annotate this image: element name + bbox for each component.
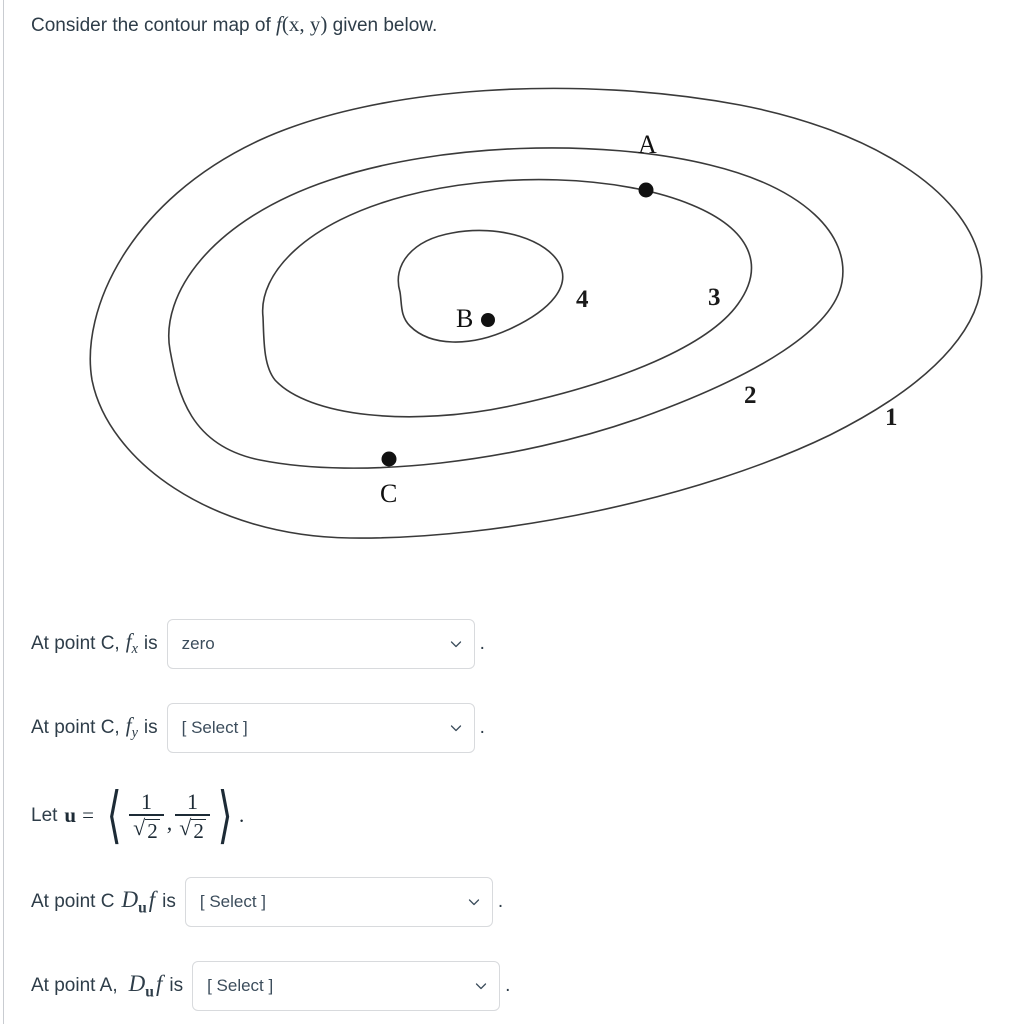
- dropdown-fy-at-c-value: [ Select ]: [181, 718, 248, 737]
- vector-name: u: [64, 803, 77, 828]
- radicand-1: 2: [145, 818, 160, 843]
- question-row-duf-at-c: At point C Duf is [ Select ] .: [31, 876, 503, 928]
- sqrt-icon: √ 2: [179, 814, 206, 843]
- point-dot-b: [481, 313, 495, 327]
- question-4-suffix: is: [169, 975, 184, 996]
- question-4-prefix: At point A,: [31, 975, 118, 996]
- vector-period: .: [239, 803, 245, 828]
- question-3-suffix: is: [162, 891, 176, 912]
- component-1-denominator: √ 2: [129, 816, 164, 842]
- vector-component-2: 1 √ 2: [175, 790, 210, 842]
- angle-bracket-left-icon: ⟨: [106, 781, 122, 850]
- contour-curve-1: [89, 87, 983, 539]
- vector-u-definition: Let u = ⟨ 1 √ 2 , 1 √ 2 ⟩ .: [31, 781, 250, 850]
- equals-sign: =: [82, 803, 94, 828]
- question-3-period: .: [497, 891, 504, 912]
- question-4-symbol: Duf: [128, 970, 163, 1001]
- contour-curve-2: [168, 147, 844, 469]
- contour-label-3: 3: [708, 284, 721, 311]
- dropdown-duf-at-c[interactable]: [ Select ]: [184, 877, 493, 927]
- angle-bracket-right-icon: ⟩: [217, 781, 233, 850]
- vector-lead-text: Let: [31, 804, 58, 826]
- question-row-duf-at-a: At point A, Duf is [ Select ] .: [31, 960, 510, 1012]
- question-3-symbol: Duf: [121, 886, 156, 917]
- question-2-period: .: [479, 717, 485, 738]
- sqrt-icon: √ 2: [133, 814, 160, 843]
- chevron-down-icon: [475, 983, 487, 990]
- prompt-text-before: Consider the contour map of: [31, 15, 271, 36]
- question-1-prefix: At point C,: [31, 633, 120, 654]
- dropdown-duf-at-a-value: [ Select ]: [207, 976, 274, 995]
- point-label-a: A: [638, 130, 657, 159]
- question-1-symbol: fx: [125, 629, 138, 658]
- contour-map-svg: [89, 87, 983, 539]
- vector-comma: ,: [166, 809, 173, 835]
- point-label-b: B: [456, 304, 474, 333]
- component-1-numerator: 1: [140, 789, 152, 814]
- dropdown-duf-at-c-value: [ Select ]: [199, 892, 267, 911]
- question-2-suffix: is: [143, 717, 158, 738]
- contour-curve-4: [397, 229, 564, 343]
- dropdown-fx-at-c[interactable]: zero: [166, 619, 475, 669]
- question-1-suffix: is: [143, 633, 158, 654]
- contour-curve-3: [261, 178, 753, 418]
- question-2-prefix: At point C,: [31, 717, 120, 738]
- function-symbol: f(x, y): [276, 12, 328, 36]
- prompt-text-after: given below.: [332, 15, 438, 36]
- question-4-period: .: [505, 975, 511, 996]
- contour-label-1: 1: [885, 404, 898, 431]
- question-2-symbol: fy: [125, 713, 138, 742]
- page-root: Consider the contour map of f(x, y) give…: [0, 0, 1017, 1024]
- point-dot-c: [381, 451, 397, 467]
- vector-component-1: 1 √ 2: [129, 790, 164, 842]
- dropdown-fx-at-c-value: zero: [181, 634, 215, 653]
- point-label-c: C: [380, 479, 398, 508]
- dropdown-duf-at-a[interactable]: [ Select ]: [192, 961, 501, 1011]
- page-title: Consider the contour map of f(x, y) give…: [31, 10, 437, 40]
- contour-label-2: 2: [744, 382, 757, 409]
- point-dot-a: [638, 182, 654, 198]
- question-row-fy-at-c: At point C, fy is [ Select ] .: [31, 701, 485, 755]
- chevron-down-icon: [468, 899, 480, 906]
- component-2-denominator: √ 2: [175, 816, 210, 842]
- component-2-numerator: 1: [187, 789, 199, 814]
- question-3-prefix: At point C: [31, 891, 115, 912]
- question-row-fx-at-c: At point C, fx is zero .: [31, 617, 485, 671]
- contour-label-4: 4: [576, 286, 589, 313]
- dropdown-fy-at-c[interactable]: [ Select ]: [166, 703, 475, 753]
- chevron-down-icon: [450, 641, 461, 648]
- left-margin-rule: [3, 0, 4, 1024]
- chevron-down-icon: [450, 725, 461, 732]
- contour-map-figure: A B C 1 2 3 4: [60, 60, 1000, 570]
- radicand-2: 2: [191, 818, 206, 843]
- question-1-period: .: [479, 633, 485, 654]
